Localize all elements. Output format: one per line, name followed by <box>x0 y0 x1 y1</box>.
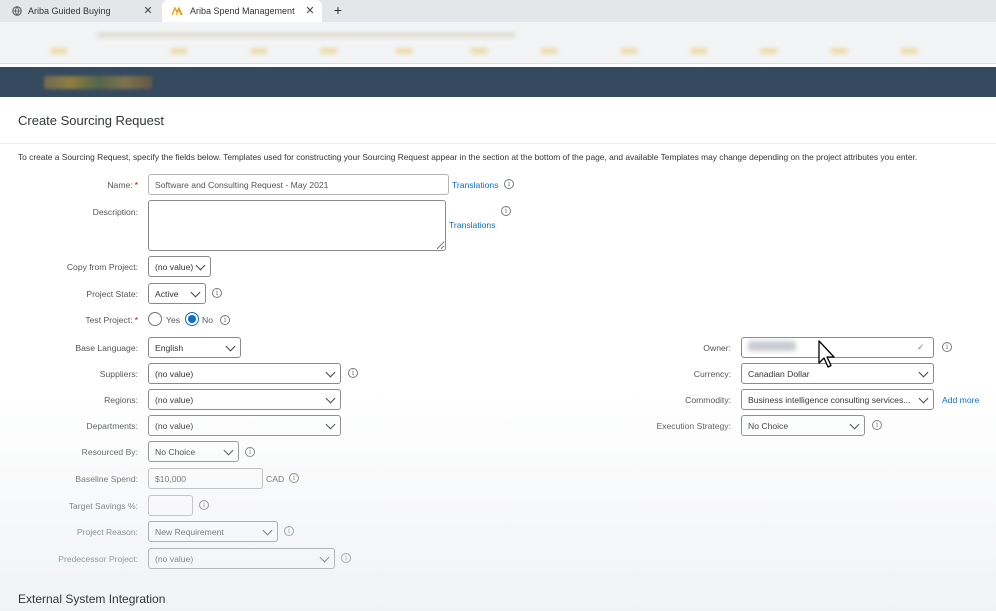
blurred-bookmark <box>760 48 778 54</box>
blurred-bookmark <box>320 48 338 54</box>
resourced-by-label: Resourced By: <box>81 447 138 457</box>
info-icon[interactable]: i <box>245 447 255 457</box>
chevron-down-icon <box>325 419 336 430</box>
blurred-bookmark <box>170 48 188 54</box>
blurred-bookmark <box>540 48 558 54</box>
chevron-down-icon <box>849 419 860 430</box>
test-project-yes-radio[interactable] <box>148 312 162 326</box>
name-translations-link[interactable]: Translations <box>452 180 499 190</box>
ariba-logo-icon <box>172 7 183 15</box>
description-input[interactable] <box>148 200 446 251</box>
blurred-bookmark <box>900 48 918 54</box>
regions-label: Regions: <box>104 395 138 405</box>
blurred-bookmark <box>250 48 268 54</box>
app-header <box>0 67 996 97</box>
project-reason-select[interactable]: New Requirement <box>148 521 278 542</box>
mouse-pointer-icon <box>818 340 835 368</box>
info-icon[interactable]: i <box>284 526 294 536</box>
external-system-integration-heading: External System Integration <box>18 592 166 606</box>
departments-label: Departments: <box>86 421 138 431</box>
test-project-no-label: No <box>202 315 213 325</box>
checkmark-icon: ✓ <box>917 342 925 352</box>
chevron-down-icon <box>225 341 236 352</box>
resourced-by-select[interactable]: No Choice <box>148 441 239 462</box>
target-savings-label: Target Savings %: <box>68 501 138 511</box>
browser-tab-bar: Ariba Guided Buying ✕ Ariba Spend Manage… <box>0 0 996 22</box>
close-tab-icon[interactable]: ✕ <box>304 5 316 17</box>
info-icon[interactable]: i <box>501 206 511 216</box>
tab-ariba-spend-management[interactable]: Ariba Spend Management ✕ <box>162 0 322 22</box>
info-icon[interactable]: i <box>872 420 882 430</box>
predecessor-project-select[interactable]: (no value) <box>148 548 335 569</box>
owner-label: Owner: <box>703 343 731 353</box>
chevron-down-icon <box>918 367 929 378</box>
base-language-label: Base Language: <box>75 343 138 353</box>
add-more-link[interactable]: Add more <box>942 395 979 405</box>
chevron-down-icon <box>262 525 273 536</box>
owner-value-blurred <box>748 341 796 351</box>
info-icon[interactable]: i <box>220 315 230 325</box>
chevron-down-icon <box>325 367 336 378</box>
chevron-down-icon <box>195 260 206 271</box>
suppliers-select[interactable]: (no value) <box>148 363 341 384</box>
project-state-select[interactable]: Active <box>148 283 206 304</box>
company-logo[interactable] <box>44 76 152 89</box>
commodity-select[interactable]: Business intelligence consulting service… <box>741 389 934 410</box>
blurred-bookmark <box>50 48 68 54</box>
commodity-label: Commodity: <box>685 395 731 405</box>
name-label: Name: * <box>107 180 138 190</box>
project-reason-label: Project Reason: <box>76 527 138 537</box>
blurred-bookmark <box>395 48 413 54</box>
info-icon[interactable]: i <box>199 500 209 510</box>
intro-text: To create a Sourcing Request, specify th… <box>18 152 918 162</box>
currency-label: Currency: <box>693 369 731 379</box>
blurred-bookmark <box>830 48 848 54</box>
blurred-url <box>96 32 516 38</box>
description-label: Description: <box>92 207 138 217</box>
test-project-no-radio[interactable] <box>185 312 199 326</box>
blurred-bookmark <box>620 48 638 54</box>
info-icon[interactable]: i <box>289 473 299 483</box>
predecessor-project-label: Predecessor Project: <box>58 554 138 564</box>
baseline-spend-label: Baseline Spend: <box>75 474 138 484</box>
chevron-down-icon <box>319 552 330 563</box>
name-input[interactable]: Software and Consulting Request - May 20… <box>148 174 449 195</box>
test-project-label: Test Project: * <box>85 315 138 325</box>
regions-select[interactable]: (no value) <box>148 389 341 410</box>
chevron-down-icon <box>190 287 201 298</box>
execution-strategy-select[interactable]: No Choice <box>741 415 865 436</box>
chevron-down-icon <box>223 445 234 456</box>
info-icon[interactable]: i <box>341 553 351 563</box>
departments-select[interactable]: (no value) <box>148 415 341 436</box>
base-language-select[interactable]: English <box>148 337 241 358</box>
suppliers-label: Suppliers: <box>99 369 138 379</box>
copy-from-project-select[interactable]: (no value) <box>148 256 211 277</box>
tab-title: Ariba Guided Buying <box>28 6 111 16</box>
test-project-yes-label: Yes <box>166 315 181 325</box>
info-icon[interactable]: i <box>212 288 222 298</box>
globe-icon <box>12 6 22 16</box>
info-icon[interactable]: i <box>504 179 514 189</box>
info-icon[interactable]: i <box>348 368 358 378</box>
chevron-down-icon <box>918 393 929 404</box>
baseline-spend-input[interactable]: $10,000 <box>148 468 263 489</box>
target-savings-input[interactable] <box>148 495 193 516</box>
tab-title: Ariba Spend Management <box>190 6 295 16</box>
blurred-bookmark <box>470 48 488 54</box>
execution-strategy-label: Execution Strategy: <box>656 421 731 431</box>
address-bar <box>0 22 996 64</box>
project-state-label: Project State: <box>86 289 138 299</box>
description-translations-link[interactable]: Translations <box>449 220 496 230</box>
baseline-spend-currency: CAD <box>266 474 285 484</box>
close-tab-icon[interactable]: ✕ <box>142 5 154 17</box>
tab-ariba-guided-buying[interactable]: Ariba Guided Buying ✕ <box>0 0 160 22</box>
chevron-down-icon <box>325 393 336 404</box>
page-title: Create Sourcing Request <box>18 113 164 128</box>
new-tab-button[interactable]: + <box>330 2 346 18</box>
divider <box>0 143 996 144</box>
copy-from-project-label: Copy from Project: <box>66 262 138 272</box>
blurred-bookmark <box>690 48 708 54</box>
info-icon[interactable]: i <box>942 342 952 352</box>
